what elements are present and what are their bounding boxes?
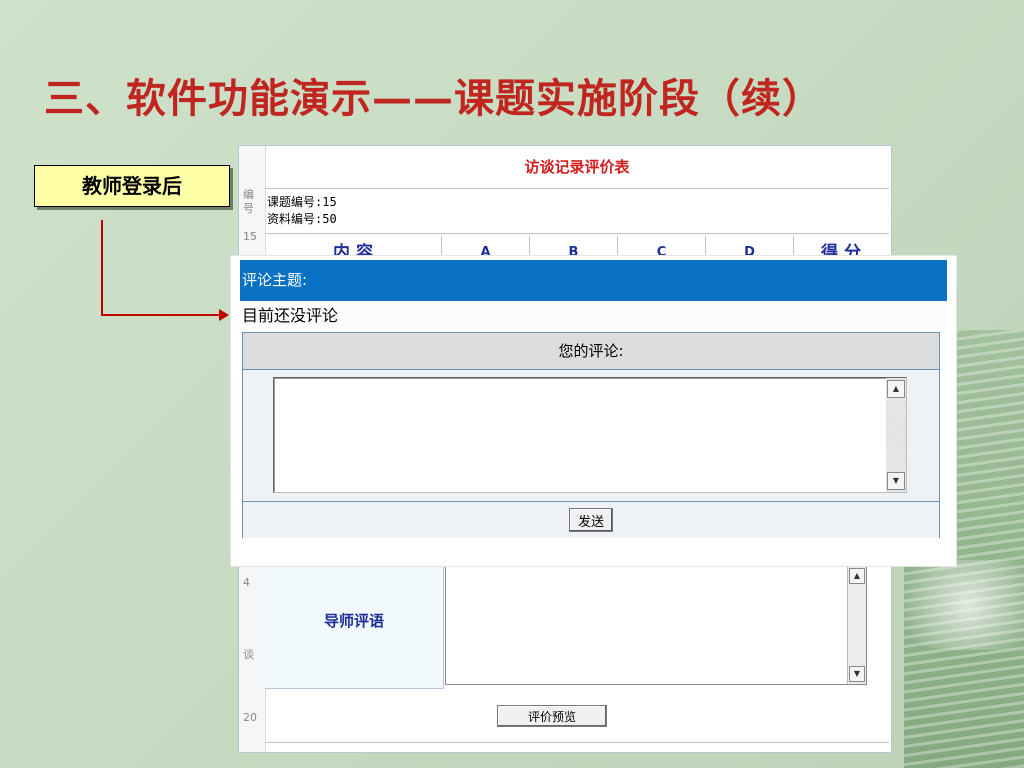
evaluation-preview-button[interactable]: 评价预览 [497,705,607,727]
scroll-up-icon[interactable]: ▲ [887,380,905,398]
your-comment-panel: 您的评论: ▲ ▼ 发送 [242,332,940,538]
material-number: 资料编号:50 [267,212,337,226]
strip-text: 4 [243,576,250,589]
strip-text: 20 [243,711,257,724]
scroll-down-icon[interactable]: ▼ [849,666,865,682]
send-button[interactable]: 发送 [569,508,613,532]
comment-panel-footer: 发送 [243,501,939,538]
strip-text: 谈 [243,648,254,661]
comment-scrollbar[interactable]: ▲ ▼ [886,378,906,492]
comment-topic-header: 评论主题: [240,260,947,301]
comment-textarea[interactable] [274,378,890,496]
form-title: 访谈记录评价表 [265,146,889,189]
arrow-line-vertical [101,220,103,316]
form-info: 课题编号:15 资料编号:50 [265,190,889,234]
textarea-scrollbar[interactable]: ▲ ▼ [847,566,866,684]
comment-input-box[interactable]: ▲ ▼ [273,377,907,496]
topic-number: 课题编号:15 [267,195,337,209]
advisor-comment-label: 导师评语 [323,612,384,630]
advisor-comment-cell: 导师评语 [265,566,444,689]
arrow-head-icon [219,309,229,321]
your-comment-title: 您的评论: [243,333,939,370]
comment-popup: 评论主题: 目前还没评论 您的评论: ▲ ▼ 发送 [231,256,956,566]
no-comments-status: 目前还没评论 [240,303,947,329]
teacher-login-callout: 教师登录后 [34,165,230,207]
arrow-line-horizontal [101,314,221,316]
scroll-down-icon[interactable]: ▼ [887,472,905,490]
decorative-swirl [884,560,1024,650]
form-footer: 评价预览 [265,690,889,743]
strip-text: 15 [243,230,257,243]
scroll-up-icon[interactable]: ▲ [849,568,865,584]
advisor-comment-textarea[interactable]: ▲ ▼ [445,566,867,685]
slide-title: 三、软件功能演示——课题实施阶段（续） [44,75,823,122]
strip-text: 号 [243,202,254,215]
